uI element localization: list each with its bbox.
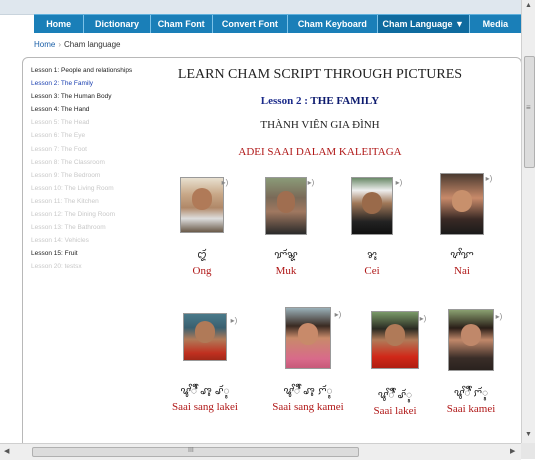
horizontal-scroll-thumb[interactable]: III [32,447,359,457]
lesson-link[interactable]: Lesson 15: Fruit [31,247,171,260]
speaker-icon[interactable]: ▸) [484,175,494,183]
vocab-photo [180,177,224,233]
scroll-right-arrow-icon[interactable]: ▶ [510,447,515,455]
cham-word: ꨢꨮꨘ [274,250,298,261]
lesson-link-disabled[interactable]: Lesson 9: The Bedroom [31,169,171,182]
vocab-card: ▸) ꨁꨮ Ong [172,177,232,277]
main-navigation: Home Dictionary Cham Font Convert Font C… [34,14,521,33]
speaker-icon[interactable]: ▸) [306,179,316,187]
vocab-card: ▸) ꨥꨩꨫꨩ ꨨꨶ ꨣꨮꨶ Saai sang lakei [165,313,245,413]
vocab-word: Saai sang kamei [272,401,344,413]
vocab-card: ▸) ꨥꨩꨫꨩ ꨆꨮꨶ Saai kamei [436,309,506,415]
vocab-card: ▸) ꨢꨮꨘ Muk [256,177,316,277]
lesson-heading: Lesson 2 : THE FAMILY [170,95,470,107]
grip-icon: III [188,447,194,454]
cham-word: ꨥꨩꨫꨩ ꨨꨶ ꨆꨮꨶ [283,386,333,397]
vocab-photo [371,311,419,369]
vocab-photo [440,173,484,235]
vocab-card: ▸) ꨥꨩꨫꨩ ꨨꨶ ꨆꨮꨶ Saai sang kamei [263,307,353,413]
vocab-photo [265,177,307,235]
vietnamese-title: THÀNH VIÊN GIA ĐÌNH [260,119,380,131]
speaker-icon[interactable]: ▸) [494,313,504,321]
scrollbar-corner [521,443,535,459]
browser-viewport: Home Dictionary Cham Font Convert Font C… [0,0,521,443]
lesson-link-disabled[interactable]: Lesson 6: The Eye [31,129,171,142]
breadcrumb-home-link[interactable]: Home [34,40,55,49]
nav-media[interactable]: Media [470,15,521,33]
lesson-link-current[interactable]: Lesson 2: The Family [31,77,171,90]
lesson-link[interactable]: Lesson 1: People and relationships [31,64,171,77]
nav-dictionary[interactable]: Dictionary [84,15,151,33]
speaker-icon[interactable]: ▸) [394,179,404,187]
lesson-link-disabled[interactable]: Lesson 14: Vehicles [31,234,171,247]
cham-word: ꨁꨮ [197,250,207,261]
lesson-link[interactable]: Lesson 3: The Human Body [31,90,171,103]
cham-word: ꨌꨶ [367,250,377,261]
cham-word: ꨥꨩꨫꨩ ꨣꨮꨶ [377,390,413,401]
page-title: LEARN CHAM SCRIPT THROUGH PICTURES [177,67,463,82]
breadcrumb: Home › Cham language [34,40,121,49]
vocab-word: Ong [192,265,212,277]
scroll-down-arrow-icon[interactable]: ▼ [525,431,532,438]
cham-word: ꨥꨩꨫꨩ ꨆꨮꨶ [453,388,489,399]
vocab-card: ▸) ꨖꨩꨢ Nai [432,173,492,277]
nav-convert-font[interactable]: Convert Font [213,15,288,33]
cham-word: ꨥꨩꨫꨩ ꨨꨶ ꨣꨮꨶ [180,386,230,397]
vocab-word: Saai kamei [446,403,496,415]
cham-word: ꨖꨩꨢ [450,250,474,261]
vocab-word: Saai sang lakei [172,401,238,413]
lesson-link-disabled[interactable]: Lesson 11: The Kitchen [31,195,171,208]
speaker-icon[interactable]: ▸) [418,315,428,323]
vocab-word: Nai [454,265,470,277]
lesson-link-disabled[interactable]: Lesson 12: The Dining Room [31,208,171,221]
lesson-link-disabled[interactable]: Lesson 10: The Living Room [31,182,171,195]
nav-cham-language[interactable]: Cham Language ▼ [377,15,470,33]
vocab-word: Muk [275,265,297,277]
vertical-scroll-thumb[interactable]: ≡ [524,56,535,168]
horizontal-scrollbar[interactable]: ◀ III ▶ [0,443,521,460]
breadcrumb-current: Cham language [64,40,121,49]
grip-icon: ≡ [526,103,531,112]
vocab-photo [183,313,227,361]
lesson-sidebar: Lesson 1: People and relationships Lesso… [31,64,171,274]
lesson-name: THE FAMILY [310,95,380,107]
scroll-left-arrow-icon[interactable]: ◀ [4,447,9,455]
speaker-icon[interactable]: ▸) [333,311,343,319]
lesson-link[interactable]: Lesson 4: The Hand [31,103,171,116]
vocab-card: ▸) ꨌꨶ Cei [342,177,402,277]
lesson-link-disabled[interactable]: Lesson 5: The Head [31,116,171,129]
cham-title: ADEI SAAI DALAM KALEITAGA [238,146,402,158]
vertical-scrollbar[interactable]: ▲ ≡ ▼ [521,0,535,443]
vocab-card: ▸) ꨥꨩꨫꨩ ꨣꨮꨶ Saai lakei [360,311,430,417]
nav-cham-keyboard[interactable]: Cham Keyboard [288,15,378,33]
vocab-word: Cei [364,265,380,277]
scroll-up-arrow-icon[interactable]: ▲ [525,2,532,9]
lesson-link-disabled[interactable]: Lesson 7: The Foot [31,143,171,156]
vocab-photo [448,309,494,371]
speaker-icon[interactable]: ▸) [229,317,239,325]
header-banner-strip [0,0,521,15]
breadcrumb-separator: › [58,40,62,49]
vocab-photo [285,307,331,369]
lesson-link-disabled[interactable]: Lesson 8: The Classroom [31,156,171,169]
speaker-icon[interactable]: ▸) [220,179,230,187]
vocab-word: Saai lakei [373,405,417,417]
lesson-link-disabled[interactable]: Lesson 13: The Bathroom [31,221,171,234]
nav-cham-font[interactable]: Cham Font [151,15,213,33]
vocab-photo [351,177,393,235]
lesson-link-disabled[interactable]: Lesson 20: testsx [31,260,171,273]
nav-home[interactable]: Home [34,15,85,33]
lesson-number: Lesson 2 : [260,95,308,107]
